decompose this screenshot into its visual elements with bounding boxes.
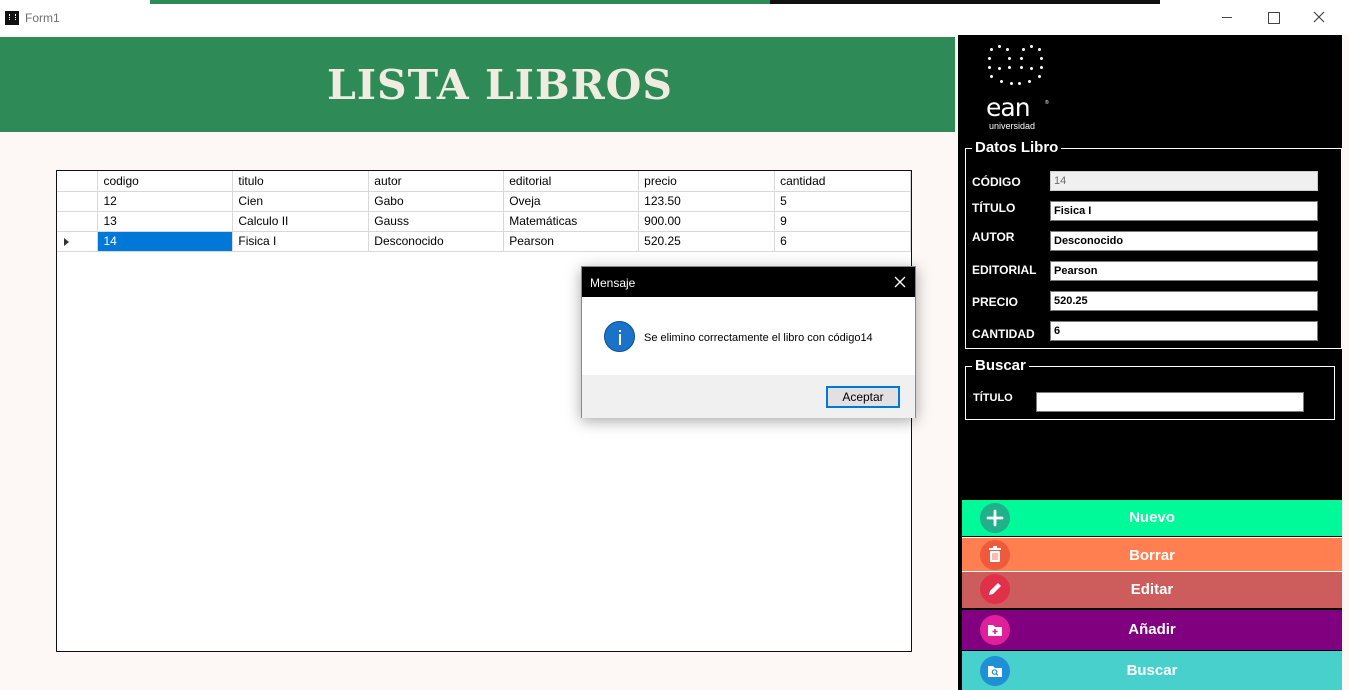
buscar-titulo-label: TÍTULO (973, 392, 1013, 404)
table-row[interactable]: 12 Cien Gabo Oveja 123.50 5 (57, 191, 911, 212)
page-title: LISTA LIBROS (326, 61, 674, 109)
borrar-button-label: Borrar (1129, 547, 1175, 564)
close-button[interactable] (1296, 0, 1342, 35)
message-dialog: Mensaje Se elimino correctamente el libr… (581, 266, 916, 418)
dialog-footer: Aceptar (582, 375, 915, 418)
cell-cantidad[interactable]: 5 (774, 191, 911, 212)
codigo-field[interactable]: 14 (1050, 171, 1318, 191)
precio-label: PRECIO (972, 295, 1019, 309)
titulo-field[interactable]: Fisica I (1050, 201, 1318, 221)
dialog-message: Se elimino correctamente el libro con có… (644, 332, 873, 344)
books-table: codigo titulo autor editorial precio can… (57, 171, 911, 252)
table-row-current[interactable]: 14 Fisica I Desconocido Pearson 520.25 6 (57, 231, 911, 252)
app-icon (5, 11, 19, 25)
maximize-button[interactable] (1250, 0, 1296, 35)
ean-logo: ean ® universidad (984, 43, 1064, 131)
precio-field[interactable]: 520.25 (1050, 291, 1318, 311)
editorial-field[interactable]: Pearson (1050, 261, 1318, 281)
buscar-titulo-field[interactable] (1036, 392, 1304, 412)
logo-word: ean (986, 93, 1031, 122)
cell-codigo[interactable]: 12 (97, 191, 234, 212)
cantidad-label: CANTIDAD (972, 327, 1035, 341)
cell-editorial[interactable]: Matemáticas (503, 211, 640, 232)
cell-codigo[interactable]: 13 (97, 211, 234, 232)
autor-field[interactable]: Desconocido (1050, 231, 1318, 251)
logo-subtitle: universidad (989, 121, 1036, 131)
trash-icon (980, 540, 1010, 570)
title-bar: Form1 (0, 0, 1349, 35)
aceptar-button[interactable]: Aceptar (826, 386, 900, 408)
window-title: Form1 (25, 11, 60, 25)
buscar-group: Buscar TÍTULO (965, 357, 1335, 420)
dialog-title-bar: Mensaje (582, 267, 915, 297)
cell-editorial[interactable]: Pearson (503, 231, 640, 252)
info-icon (604, 321, 635, 352)
main-window: Form1 LISTA LIBROS codigo titulo autor e… (0, 0, 1349, 690)
column-header-cantidad[interactable]: cantidad (774, 171, 911, 192)
column-header-precio[interactable]: precio (638, 171, 776, 192)
cell-autor[interactable]: Gauss (368, 211, 505, 232)
dialog-title: Mensaje (590, 276, 636, 290)
nuevo-button[interactable]: Nuevo (962, 500, 1342, 536)
folder-add-icon (980, 615, 1010, 645)
row-header-corner (57, 171, 99, 192)
pencil-icon (980, 574, 1010, 604)
cell-titulo[interactable]: Fisica I (232, 231, 370, 252)
cell-autor[interactable]: Desconocido (368, 231, 505, 252)
borrar-button[interactable]: Borrar (962, 537, 1342, 572)
column-header-titulo[interactable]: titulo (232, 171, 370, 192)
editar-button[interactable]: Editar (962, 572, 1342, 608)
row-header[interactable] (57, 191, 99, 212)
editorial-label: EDITORIAL (972, 263, 1037, 277)
plus-icon (980, 503, 1010, 533)
cantidad-field[interactable]: 6 (1050, 321, 1318, 341)
cell-precio[interactable]: 900.00 (638, 211, 776, 232)
cell-cantidad[interactable]: 6 (774, 231, 911, 252)
dialog-body: Se elimino correctamente el libro con có… (582, 297, 915, 375)
background-window-strip-dark (770, 0, 1160, 4)
header-banner: LISTA LIBROS (0, 37, 955, 132)
cell-codigo-selected[interactable]: 14 (97, 231, 234, 252)
row-header[interactable] (57, 231, 99, 252)
anadir-button-label: Añadir (1128, 621, 1176, 638)
editar-button-label: Editar (1130, 581, 1174, 598)
current-row-arrow-icon (64, 237, 69, 246)
background-window-strip (150, 0, 770, 4)
row-header[interactable] (57, 211, 99, 232)
column-header-editorial[interactable]: editorial (503, 171, 640, 192)
buscar-legend: Buscar (972, 357, 1029, 374)
cell-precio[interactable]: 123.50 (638, 191, 776, 212)
cell-editorial[interactable]: Oveja (503, 191, 640, 212)
minimize-button[interactable] (1204, 0, 1250, 35)
close-icon (894, 276, 906, 288)
table-row[interactable]: 13 Calculo II Gauss Matemáticas 900.00 9 (57, 211, 911, 232)
autor-label: AUTOR (972, 230, 1015, 244)
titulo-label: TÍTULO (972, 201, 1016, 215)
grid-header-row: codigo titulo autor editorial precio can… (57, 171, 911, 192)
buscar-button[interactable]: Buscar (962, 651, 1342, 690)
datos-libro-legend: Datos Libro (972, 139, 1062, 156)
cell-precio[interactable]: 520.25 (638, 231, 776, 252)
codigo-label: CÓDIGO (972, 175, 1021, 189)
datos-libro-group: Datos Libro CÓDIGO 14 TÍTULO Fisica I AU… (965, 139, 1342, 349)
cell-titulo[interactable]: Calculo II (232, 211, 370, 232)
nuevo-button-label: Nuevo (1129, 509, 1175, 526)
column-header-autor[interactable]: autor (368, 171, 505, 192)
cell-titulo[interactable]: Cien (232, 191, 370, 212)
close-icon (1313, 11, 1325, 23)
buscar-button-label: Buscar (1126, 662, 1178, 679)
column-header-codigo[interactable]: codigo (97, 171, 234, 192)
cell-cantidad[interactable]: 9 (774, 211, 911, 232)
dialog-close-button[interactable] (885, 267, 915, 297)
cell-autor[interactable]: Gabo (368, 191, 505, 212)
logo-registered-mark: ® (1045, 100, 1049, 106)
folder-search-icon (980, 656, 1010, 686)
anadir-button[interactable]: Añadir (962, 610, 1342, 650)
